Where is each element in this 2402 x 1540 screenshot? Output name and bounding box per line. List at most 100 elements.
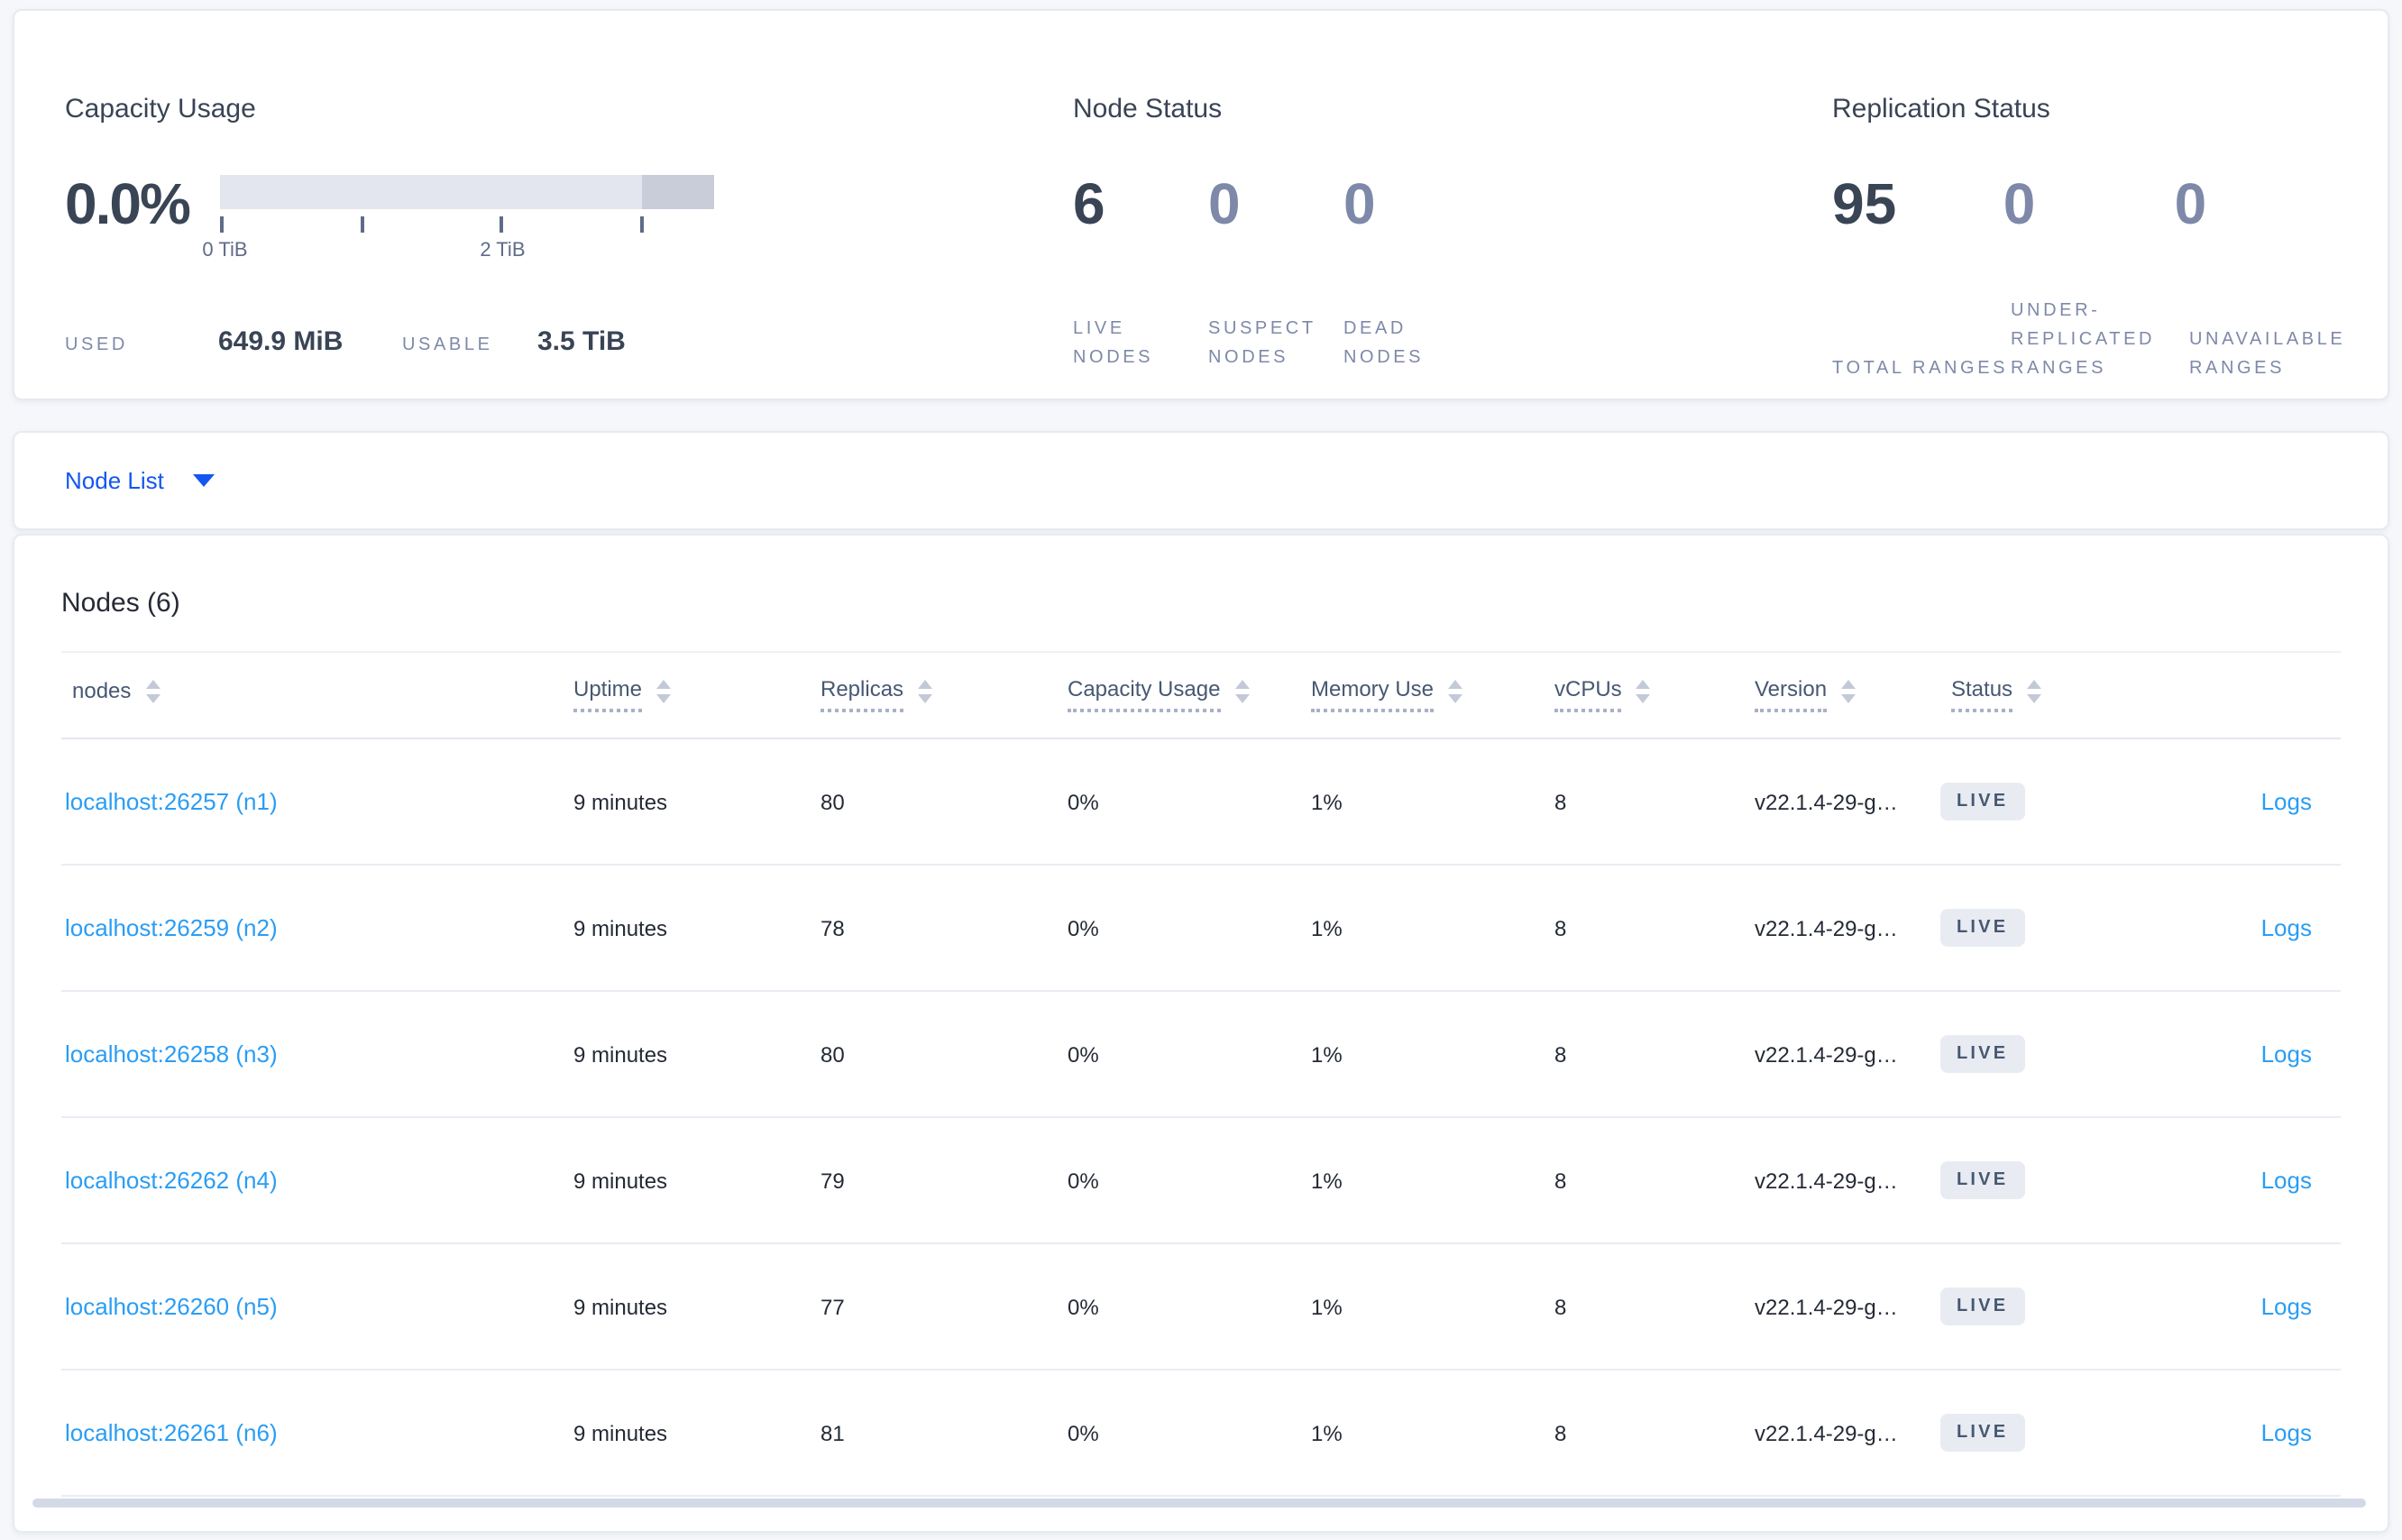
total-ranges-count: 95 <box>1832 171 1897 236</box>
column-header-replicas[interactable]: Replicas <box>821 678 1068 712</box>
version-cell: v22.1.4-29-g… <box>1755 915 1898 940</box>
under-replicated-ranges-label: UNDER-REPLICATED RANGES <box>2011 301 2156 379</box>
uptime-cell: 9 minutes <box>573 789 668 814</box>
unavailable-ranges-label: UNAVAILABLE RANGES <box>2189 330 2346 379</box>
replication-status-title: Replication Status <box>1832 94 2050 124</box>
status-badge: LIVE <box>1940 1035 2025 1073</box>
version-cell: v22.1.4-29-g… <box>1755 1168 1898 1193</box>
replicas-cell: 77 <box>821 1294 845 1319</box>
node-list-dropdown[interactable]: Node List <box>65 467 215 494</box>
version-cell: v22.1.4-29-g… <box>1755 1041 1898 1067</box>
node-status-section: Node Status 6 0 0 LIVE NODES SUSPECT NOD… <box>1073 94 1794 368</box>
table-row: localhost:26259 (n2) 9 minutes 78 0% 1% … <box>61 866 2341 992</box>
sort-icon <box>1636 680 1651 703</box>
sort-icon <box>145 680 160 703</box>
replicas-cell: 78 <box>821 915 845 940</box>
view-selector-card: Node List <box>13 431 2389 530</box>
replicas-cell: 79 <box>821 1168 845 1193</box>
node-status-title: Node Status <box>1073 94 1223 124</box>
capacity-bar-track <box>220 175 714 209</box>
usable-label: USABLE <box>402 335 493 355</box>
memory-use-cell: 1% <box>1311 915 1343 940</box>
status-badge: LIVE <box>1940 909 2025 947</box>
under-replicated-ranges-count: 0 <box>2003 171 2036 236</box>
node-link[interactable]: localhost:26260 (n5) <box>65 1292 278 1319</box>
replicas-cell: 80 <box>821 789 845 814</box>
axis-tick <box>500 216 504 233</box>
memory-use-cell: 1% <box>1311 1041 1343 1067</box>
memory-use-cell: 1% <box>1311 1420 1343 1445</box>
vcpus-cell: 8 <box>1554 915 1567 940</box>
used-label: USED <box>65 335 128 355</box>
uptime-cell: 9 minutes <box>573 915 668 940</box>
logs-link[interactable]: Logs <box>2261 913 2312 940</box>
logs-link[interactable]: Logs <box>2261 1418 2312 1445</box>
axis-tick-label: 0 TiB <box>202 240 248 261</box>
chevron-down-icon <box>192 474 215 487</box>
capacity-usage-cell: 0% <box>1068 1294 1099 1319</box>
axis-tick <box>220 216 224 233</box>
vcpus-cell: 8 <box>1554 789 1567 814</box>
vcpus-cell: 8 <box>1554 1420 1567 1445</box>
replication-status-section: Replication Status 95 0 0 TOTAL RANGES U… <box>1832 94 2373 379</box>
axis-tick <box>639 216 644 233</box>
memory-use-cell: 1% <box>1311 1168 1343 1193</box>
capacity-usage-cell: 0% <box>1068 1041 1099 1067</box>
dead-nodes-label: DEAD NODES <box>1343 319 1425 368</box>
status-badge: LIVE <box>1940 1288 2025 1325</box>
vcpus-cell: 8 <box>1554 1168 1567 1193</box>
sort-icon <box>2027 680 2042 703</box>
uptime-cell: 9 minutes <box>573 1041 668 1067</box>
nodes-table-header: nodes Uptime Replicas Capacity Usage Mem… <box>61 653 2341 738</box>
capacity-bar-other-segment <box>642 175 714 209</box>
uptime-cell: 9 minutes <box>573 1420 668 1445</box>
used-value: 649.9 MiB <box>218 326 344 357</box>
replicas-cell: 80 <box>821 1041 845 1067</box>
live-nodes-label: LIVE NODES <box>1073 319 1154 368</box>
column-header-vcpus[interactable]: vCPUs <box>1554 678 1755 712</box>
table-row: localhost:26257 (n1) 9 minutes 80 0% 1% … <box>61 739 2341 866</box>
vcpus-cell: 8 <box>1554 1041 1567 1067</box>
column-header-version[interactable]: Version <box>1755 678 1951 712</box>
capacity-usage-bar: 0 TiB 2 TiB <box>202 175 714 261</box>
column-header-nodes[interactable]: nodes <box>61 680 573 710</box>
replicas-cell: 81 <box>821 1420 845 1445</box>
live-nodes-count: 6 <box>1073 171 1105 236</box>
capacity-usage-cell: 0% <box>1068 1168 1099 1193</box>
node-link[interactable]: localhost:26257 (n1) <box>65 787 278 814</box>
cluster-overview-page: Capacity Usage 0.0% 0 TiB 2 TiB USED 649… <box>0 0 2402 1540</box>
node-link[interactable]: localhost:26261 (n6) <box>65 1418 278 1445</box>
sort-icon <box>1448 680 1463 703</box>
dead-nodes-count: 0 <box>1343 171 1376 236</box>
logs-link[interactable]: Logs <box>2261 1292 2312 1319</box>
version-cell: v22.1.4-29-g… <box>1755 789 1898 814</box>
usable-value: 3.5 TiB <box>537 326 626 357</box>
column-header-memory-use[interactable]: Memory Use <box>1311 678 1554 712</box>
node-link[interactable]: localhost:26262 (n4) <box>65 1166 278 1193</box>
column-header-uptime[interactable]: Uptime <box>573 678 821 712</box>
capacity-usage-cell: 0% <box>1068 1420 1099 1445</box>
logs-link[interactable]: Logs <box>2261 787 2312 814</box>
version-cell: v22.1.4-29-g… <box>1755 1420 1898 1445</box>
logs-link[interactable]: Logs <box>2261 1166 2312 1193</box>
memory-use-cell: 1% <box>1311 1294 1343 1319</box>
uptime-cell: 9 minutes <box>573 1294 668 1319</box>
column-header-status[interactable]: Status <box>1951 678 2146 712</box>
nodes-table-title: Nodes (6) <box>61 588 180 619</box>
column-header-capacity-usage[interactable]: Capacity Usage <box>1068 678 1311 712</box>
capacity-used-percent: 0.0% <box>65 171 191 236</box>
cluster-summary-card: Capacity Usage 0.0% 0 TiB 2 TiB USED 649… <box>13 9 2389 400</box>
table-row: localhost:26258 (n3) 9 minutes 80 0% 1% … <box>61 992 2341 1118</box>
memory-use-cell: 1% <box>1311 789 1343 814</box>
horizontal-scrollbar[interactable] <box>32 1499 2366 1508</box>
nodes-table-card: Nodes (6) nodes Uptime Replicas Capacity… <box>13 534 2389 1533</box>
node-link[interactable]: localhost:26259 (n2) <box>65 913 278 940</box>
status-badge: LIVE <box>1940 1161 2025 1199</box>
table-row: localhost:26260 (n5) 9 minutes 77 0% 1% … <box>61 1244 2341 1370</box>
status-badge: LIVE <box>1940 783 2025 820</box>
unavailable-ranges-count: 0 <box>2174 171 2207 236</box>
logs-link[interactable]: Logs <box>2261 1040 2312 1067</box>
vcpus-cell: 8 <box>1554 1294 1567 1319</box>
node-link[interactable]: localhost:26258 (n3) <box>65 1040 278 1067</box>
sort-icon <box>1841 680 1857 703</box>
